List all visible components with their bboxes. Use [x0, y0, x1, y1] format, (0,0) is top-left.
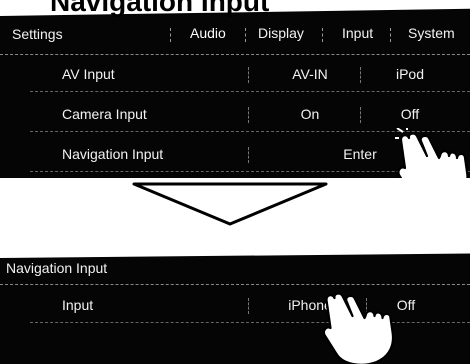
tab-system[interactable]: System: [408, 25, 455, 41]
tab-audio[interactable]: Audio: [190, 25, 226, 41]
av-input-label: AV Input: [62, 66, 115, 82]
column-divider: [360, 107, 361, 123]
pointing-hand-icon: [322, 292, 395, 364]
camera-input-label: Camera Input: [62, 106, 147, 122]
camera-off-option[interactable]: Off: [380, 106, 440, 122]
settings-screen: Navigation Input Settings Audio Display …: [0, 0, 470, 178]
column-divider: [360, 67, 361, 83]
settings-header: Settings Audio Display Input System: [0, 16, 470, 55]
column-divider: [248, 147, 249, 163]
av-input-row: AV Input AV-IN iPod: [30, 59, 470, 92]
tab-input[interactable]: Input: [342, 25, 373, 41]
navigation-input-header: Navigation Input: [0, 248, 470, 285]
page-title: Settings: [12, 26, 63, 42]
tab-divider: [322, 28, 323, 42]
tab-divider: [245, 28, 246, 42]
column-divider: [248, 107, 249, 123]
ipod-option[interactable]: iPod: [380, 66, 440, 82]
navigation-input-screen: Navigation Input Input iPhone Off: [0, 248, 470, 364]
tab-display[interactable]: Display: [258, 25, 304, 41]
navigation-input-label: Navigation Input: [62, 146, 164, 162]
input-row: Input iPhone Off: [30, 290, 470, 323]
column-divider: [248, 67, 249, 83]
tab-divider: [390, 28, 391, 42]
transition-arrow-icon: [132, 182, 328, 226]
pointing-hand-icon: [395, 128, 469, 178]
input-label: Input: [62, 297, 94, 313]
column-divider: [248, 298, 249, 314]
tab-divider: [170, 28, 171, 42]
av-in-option[interactable]: AV-IN: [280, 66, 340, 82]
camera-on-option[interactable]: On: [280, 106, 340, 122]
enter-button[interactable]: Enter: [330, 146, 390, 162]
screen-title: Navigation Input: [6, 260, 108, 276]
